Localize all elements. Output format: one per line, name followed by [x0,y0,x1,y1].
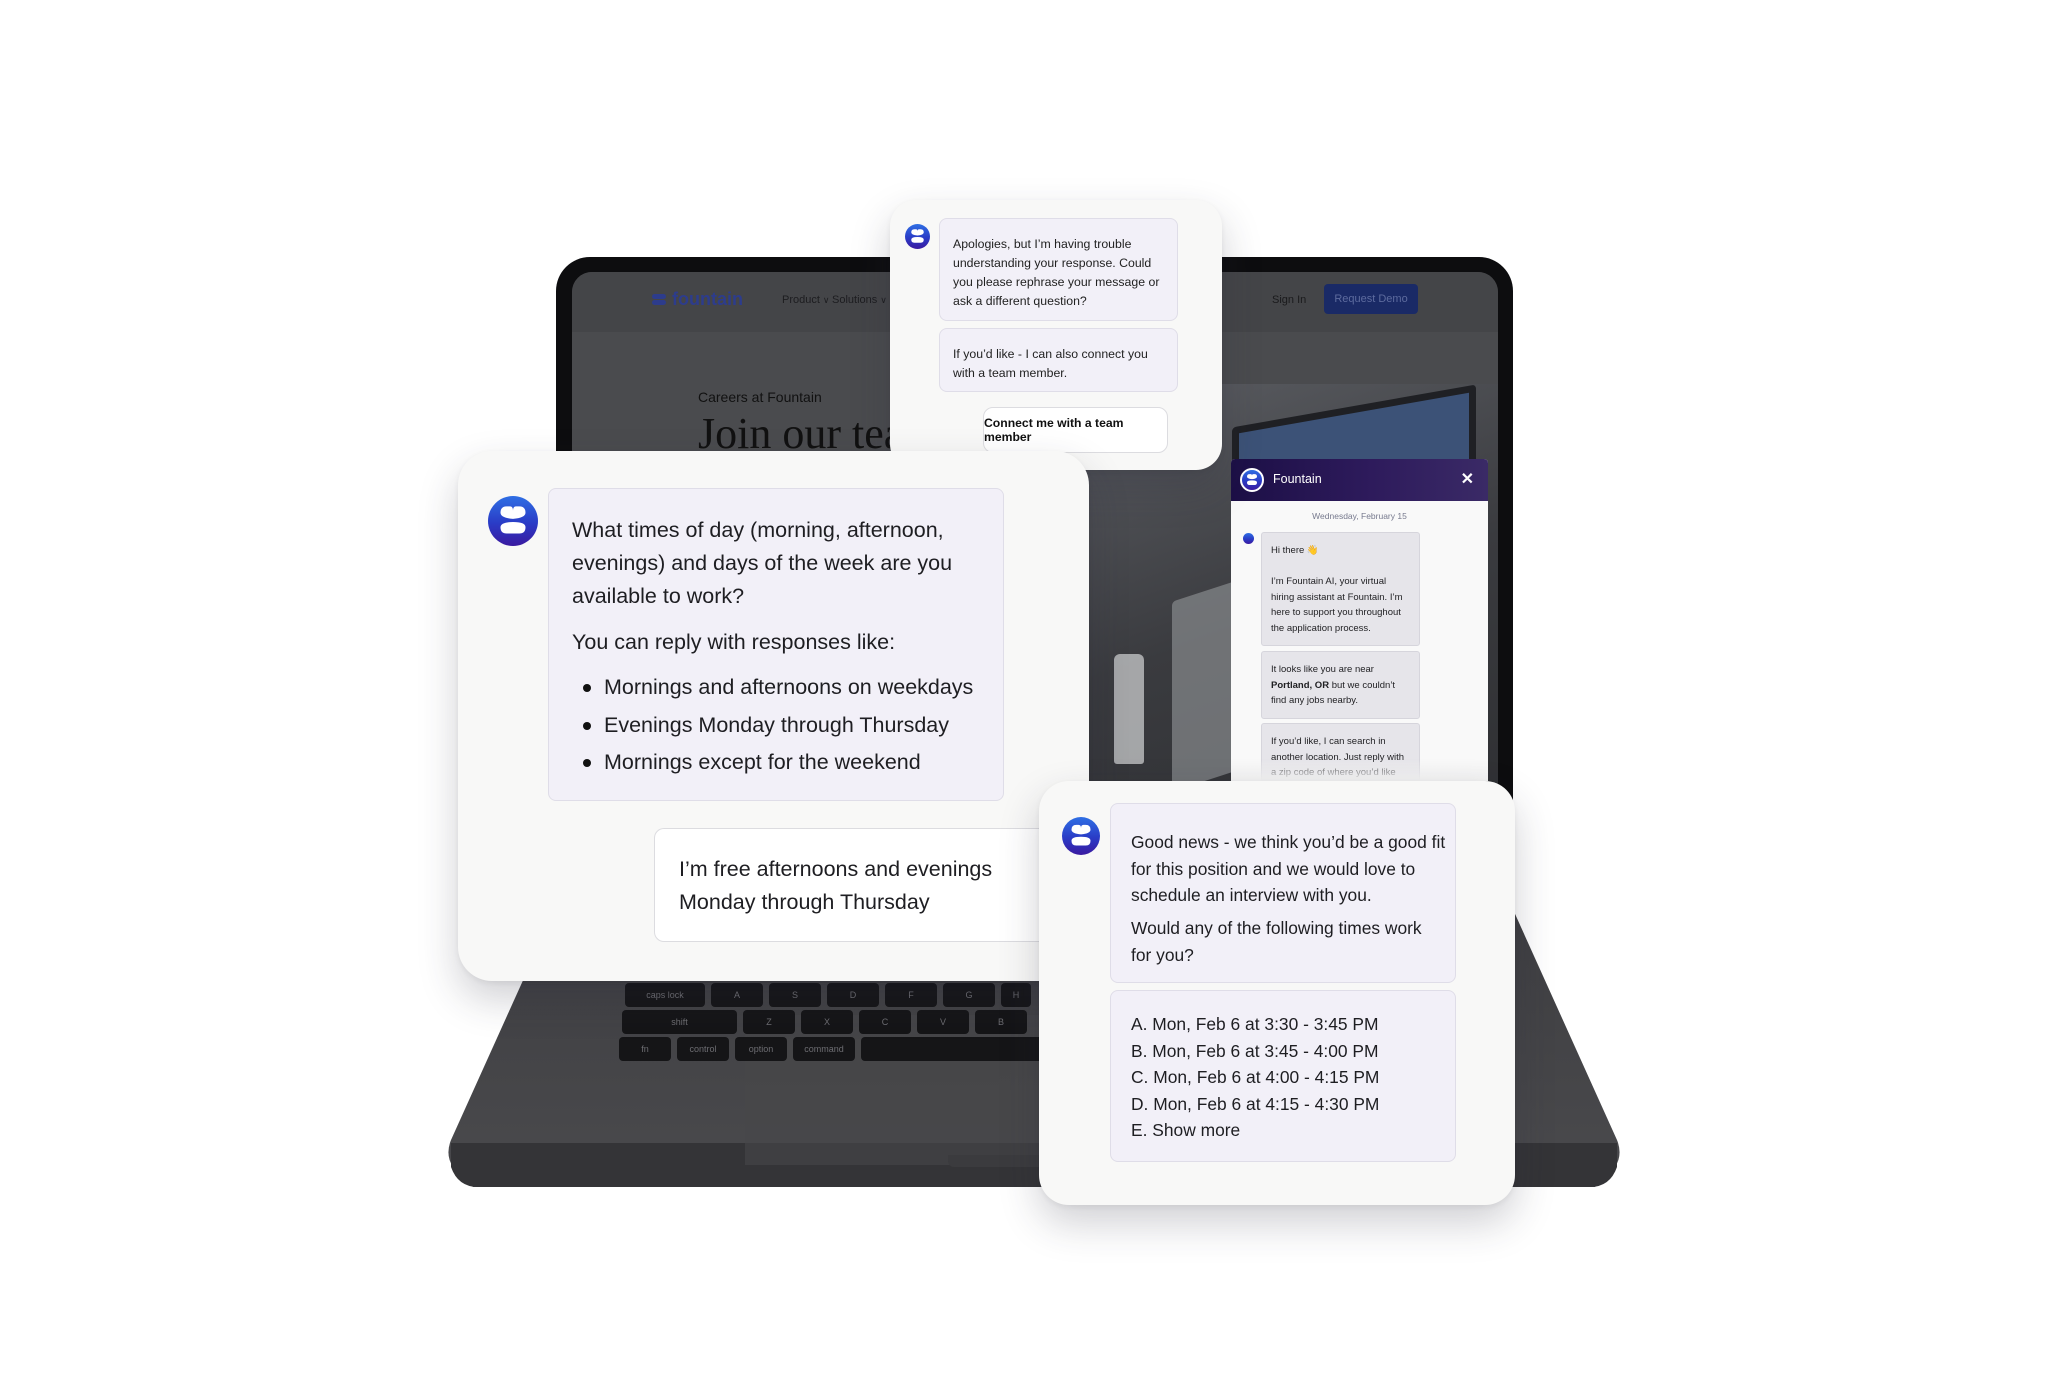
widget-header: Fountain ✕ [1231,459,1488,501]
example-item: Evenings Monday through Thursday [571,707,973,745]
widget-date: Wednesday, February 15 [1312,511,1407,521]
keyboard-row-2: shift Z X C V B [622,1010,1027,1034]
user-message: I’m free afternoons and evenings Monday … [654,828,1055,942]
example-item: Mornings except for the weekend [571,744,973,782]
time-option[interactable]: D. Mon, Feb 6 at 4:15 - 4:30 PM [1131,1091,1379,1118]
key: G [943,983,995,1007]
key: V [917,1010,969,1034]
widget-title: Fountain [1273,472,1322,486]
fountain-logo-text: fountain [672,289,743,309]
fallback-chat-card: Apologies, but I’m having trouble unders… [890,200,1222,470]
fountain-avatar-icon [1240,468,1264,492]
greeting-text: Hi there 👋 [1271,545,1319,556]
key: B [975,1010,1027,1034]
key: command [793,1037,855,1061]
time-option[interactable]: A. Mon, Feb 6 at 3:30 - 3:45 PM [1131,1011,1379,1038]
photo-bottle [1114,654,1144,764]
chevron-down-icon: ∨ [880,295,887,305]
chevron-down-icon: ∨ [822,295,830,305]
example-list: Mornings and afternoons on weekdays Even… [571,669,973,782]
key: F [885,983,937,1007]
key: A [711,983,763,1007]
availability-hint: You can reply with responses like: [572,630,896,654]
careers-eyebrow: Careers at Fountain [698,389,822,405]
nav-solutions-label: Solutions [832,294,878,306]
time-options: A. Mon, Feb 6 at 3:30 - 3:45 PM B. Mon, … [1110,990,1456,1162]
key: caps lock [625,983,705,1007]
nav-solutions[interactable]: Solutions ∨ [832,294,887,306]
nav-product-label: Product [782,294,820,306]
bot-message-text: Good news - we think you’d be a good fit… [1131,832,1446,905]
bot-message-text: If you’d like - I can also connect you w… [953,347,1148,380]
fountain-chat-widget: Fountain ✕ Wednesday, February 15 Hi the… [1231,459,1488,781]
keyboard-row-3: fn control option command [619,1037,1081,1061]
bot-message: Good news - we think you’d be a good fit… [1110,803,1456,983]
key: Z [743,1010,795,1034]
bot-message: What times of day (morning, afternoon, e… [548,488,1004,801]
bot-message-text: Would any of the following times work fo… [1131,918,1422,965]
fountain-logo-icon [652,294,666,305]
widget-message: It looks like you are near Portland, OR … [1261,651,1420,719]
key: S [769,983,821,1007]
key: control [677,1037,729,1061]
nav-product[interactable]: Product ∨ [782,294,830,306]
key: shift [622,1010,737,1034]
time-option[interactable]: C. Mon, Feb 6 at 4:00 - 4:15 PM [1131,1064,1379,1091]
keyboard-row-1: caps lock A S D F G H [625,983,1031,1007]
bot-avatar-icon [1243,533,1254,544]
availability-question: What times of day (morning, afternoon, e… [572,518,953,608]
key: option [735,1037,787,1061]
close-icon[interactable]: ✕ [1461,469,1474,489]
widget-fade [1231,759,1488,781]
schedule-chat-card: Good news - we think you’d be a good fit… [1039,781,1515,1205]
widget-message: Hi there 👋 I’m Fountain AI, your virtual… [1261,532,1420,646]
location-text: It looks like you are near [1271,664,1374,675]
location-city: Portland, OR [1271,679,1330,691]
key: fn [619,1037,671,1061]
bot-message: Apologies, but I’m having trouble unders… [939,218,1178,321]
bot-avatar-icon [488,496,538,546]
bot-avatar-icon [905,224,930,249]
request-demo-button[interactable]: Request Demo [1324,284,1418,314]
user-message-text: I’m free afternoons and evenings Monday … [679,857,993,914]
intro-text: I’m Fountain AI, your virtual hiring ass… [1271,576,1403,634]
bot-avatar-icon [1062,817,1100,855]
show-more-option[interactable]: E. Show more [1131,1117,1379,1144]
time-option[interactable]: B. Mon, Feb 6 at 3:45 - 4:00 PM [1131,1038,1379,1065]
key: X [801,1010,853,1034]
bot-message: If you’d like - I can also connect you w… [939,328,1178,392]
bot-message-text: Apologies, but I’m having trouble unders… [953,237,1160,308]
fountain-logo[interactable]: fountain [652,289,743,310]
availability-chat-card: What times of day (morning, afternoon, e… [458,451,1089,981]
example-item: Mornings and afternoons on weekdays [571,669,973,707]
connect-team-member-button[interactable]: Connect me with a team member [983,407,1168,453]
key: C [859,1010,911,1034]
sign-in-link[interactable]: Sign In [1272,294,1306,306]
key: H [1001,983,1031,1007]
time-option-list: A. Mon, Feb 6 at 3:30 - 3:45 PM B. Mon, … [1131,1011,1379,1144]
key: D [827,983,879,1007]
